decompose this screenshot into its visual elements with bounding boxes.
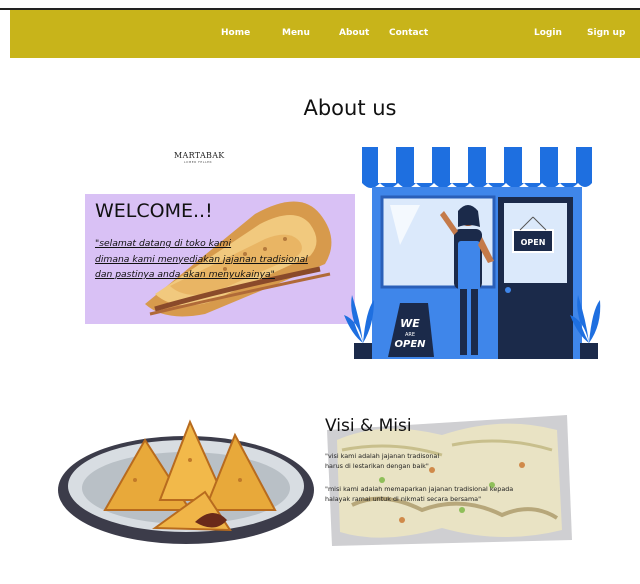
page-title: About us xyxy=(303,96,397,120)
misi-line-1: "misi kami adalah memaparkan jajanan tra… xyxy=(325,485,514,493)
misi-text: "misi kami adalah memaparkan jajanan tra… xyxy=(325,484,555,504)
board-open-text: OPEN xyxy=(394,339,426,350)
welcome-line-1: "selamat datang di toko kami xyxy=(95,238,232,249)
signup-link[interactable]: Sign up xyxy=(587,28,625,38)
shop-open-sign: OPEN xyxy=(521,238,546,247)
shop-illustration: OPEN WE ARE OPEN xyxy=(344,147,601,359)
visi-misi-title: Visi & Misi xyxy=(325,416,412,436)
nav-home-link[interactable]: Home xyxy=(221,28,250,38)
visi-line-2: harus di lestarikan dengan baik" xyxy=(325,462,429,470)
top-border xyxy=(0,0,640,8)
welcome-line-3: dan pastinya anda akan menyukainya" xyxy=(95,269,275,280)
samosa-plate-image xyxy=(58,419,314,544)
brand-logo: MARTABAK LUMER FELLER xyxy=(174,151,225,164)
brand-name: MARTABAK xyxy=(174,151,225,160)
nav-menu-link[interactable]: Menu xyxy=(282,28,310,38)
navbar: Home Menu About Contact Login Sign up xyxy=(10,10,640,58)
nav-contact-link[interactable]: Contact xyxy=(389,28,428,38)
board-are-text: ARE xyxy=(405,332,415,338)
nav-about-link[interactable]: About xyxy=(339,28,369,38)
welcome-text: "selamat datang di toko kami dimana kami… xyxy=(95,236,355,283)
visi-line-1: "visi kami adalah jajanan tradisonal xyxy=(325,452,440,460)
board-we-text: WE xyxy=(400,317,420,330)
misi-line-2: halayak ramai untuk di nikmati secara be… xyxy=(325,495,482,503)
welcome-title: WELCOME..! xyxy=(95,200,213,222)
visi-text: "visi kami adalah jajanan tradisonal har… xyxy=(325,451,555,471)
brand-tagline: LUMER FELLER xyxy=(183,160,213,164)
login-link[interactable]: Login xyxy=(534,28,562,38)
welcome-line-2: dimana kami menyediakan jajanan tradisio… xyxy=(95,253,308,265)
welcome-panel: WELCOME..! "selamat datang di toko kami … xyxy=(85,194,355,324)
